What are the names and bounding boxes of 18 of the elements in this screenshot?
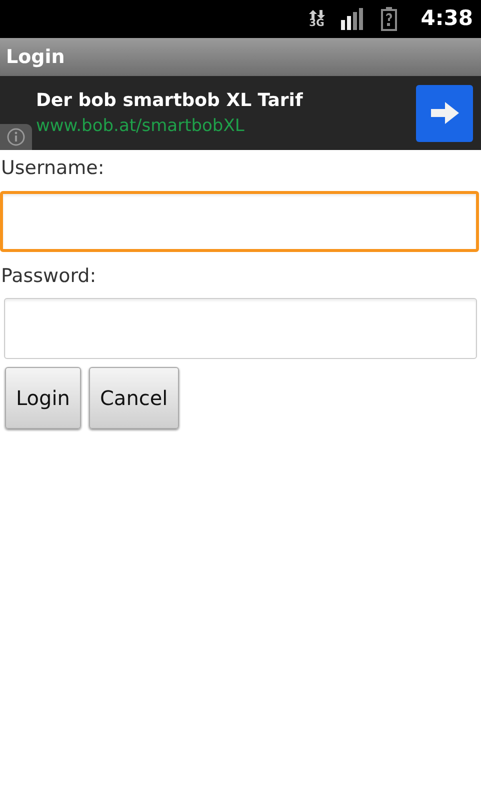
window-title: Login — [6, 44, 65, 70]
ad-go-button[interactable] — [416, 84, 473, 142]
arrow-icon — [430, 102, 458, 124]
clock: 4:38 — [420, 5, 473, 32]
field-label: Password: — [0, 264, 98, 288]
field-label: Username: — [0, 156, 106, 181]
signal-icon — [340, 8, 365, 30]
ad-url[interactable]: www.bob.at/smartbobXL — [36, 114, 416, 140]
login-button[interactable]: Login — [5, 367, 81, 429]
info-button[interactable] — [0, 124, 32, 150]
data-arrows-icon — [308, 10, 325, 18]
battery-icon — [380, 7, 397, 31]
network-type-label: 3G — [309, 18, 324, 28]
ad-headline[interactable]: Der bob smartbob XL Tarif — [36, 86, 416, 114]
info-icon — [7, 128, 25, 146]
cancel-button[interactable]: Cancel — [88, 367, 179, 429]
text-field[interactable] — [0, 190, 479, 252]
text-field[interactable] — [4, 298, 477, 359]
